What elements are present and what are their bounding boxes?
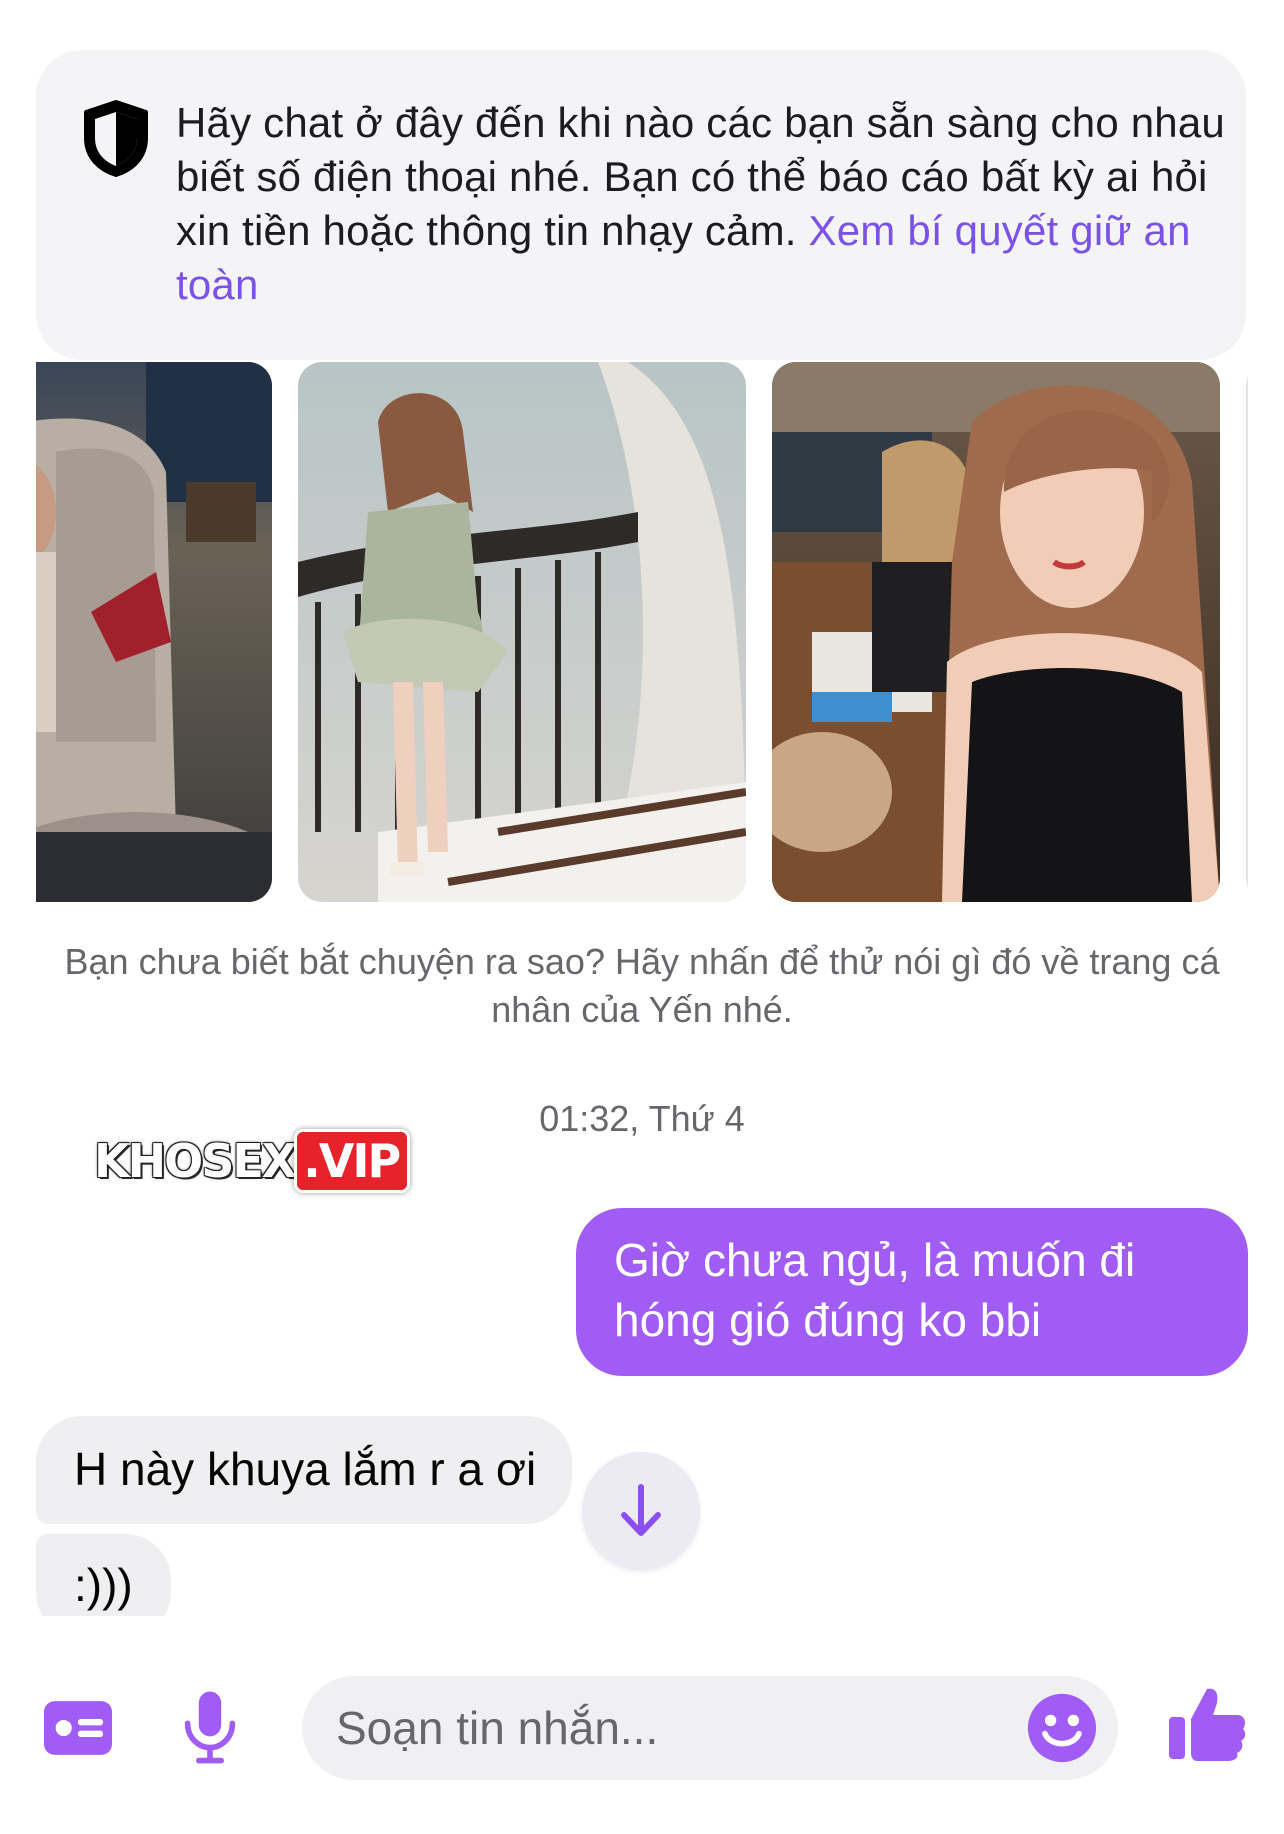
profile-photo[interactable]: [1246, 362, 1248, 902]
message-input[interactable]: [302, 1676, 1118, 1780]
arrow-down-icon: [621, 1484, 661, 1536]
incoming-message-bubble[interactable]: H này khuya lắm r a ơi: [36, 1416, 573, 1524]
safety-notice-text: Hãy chat ở đây đến khi nào các bạn sẵn s…: [176, 96, 1236, 312]
id-card-icon[interactable]: [40, 1690, 116, 1766]
timestamp-label: 01:32, Thứ 4: [539, 1098, 745, 1139]
watermark-text: KHOSEX: [94, 1134, 297, 1188]
profile-photo-carousel[interactable]: [36, 362, 1248, 902]
outgoing-message-bubble[interactable]: Giờ chưa ngủ, là muốn đi hóng gió đúng k…: [576, 1208, 1248, 1376]
microphone-icon[interactable]: [170, 1682, 250, 1772]
shield-icon: [80, 98, 152, 178]
thumbs-up-icon[interactable]: [1162, 1678, 1252, 1768]
conversation-starter-hint[interactable]: Bạn chưa biết bắt chuyện ra sao? Hãy nhấ…: [60, 938, 1224, 1034]
emoji-icon[interactable]: [1024, 1690, 1100, 1766]
message-composer: [0, 1616, 1284, 1834]
profile-photo[interactable]: [36, 362, 272, 902]
watermark-suffix: .VIP: [297, 1132, 408, 1190]
watermark-logo: KHOSEX .VIP: [94, 1126, 408, 1196]
profile-photo[interactable]: [298, 362, 746, 902]
profile-photo[interactable]: [772, 362, 1220, 902]
scroll-to-bottom-button[interactable]: [582, 1452, 700, 1570]
